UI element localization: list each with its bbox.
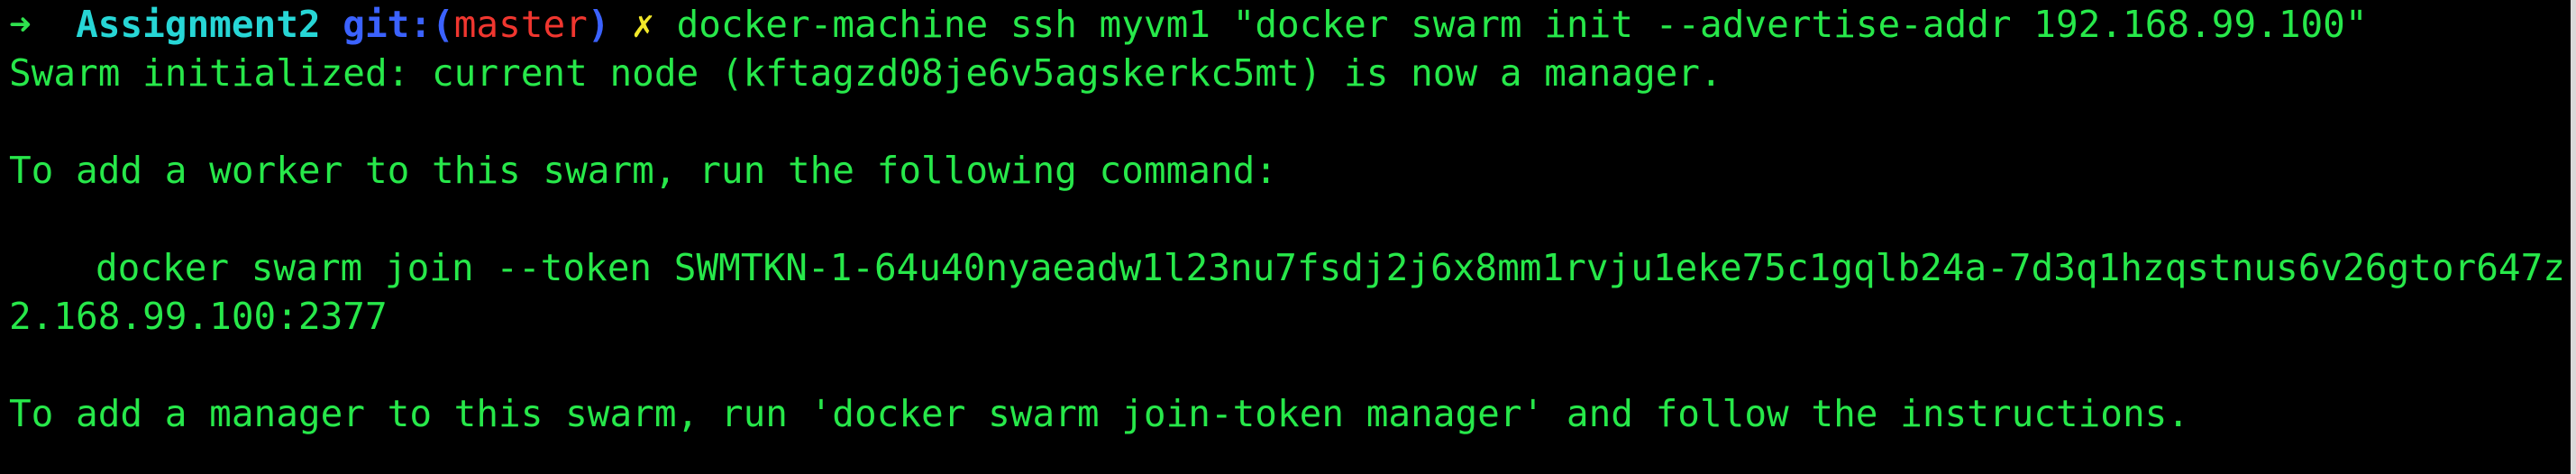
prompt-branch: master [453, 3, 588, 46]
output-join-command: docker swarm join --token SWMTKN-1-64u40… [9, 243, 2576, 292]
prompt-line: ➜ Assignment2 git:(master) ✗ docker-mach… [9, 0, 2368, 49]
prompt-directory: Assignment2 [76, 3, 321, 46]
join-command-text: docker swarm join --token SWMTKN-1-64u40… [96, 246, 2576, 289]
prompt-dirty-icon: ✗ [632, 3, 654, 46]
prompt-arrow-icon: ➜ [9, 3, 32, 46]
terminal-window[interactable]: ➜ Assignment2 git:(master) ✗ docker-mach… [0, 0, 2576, 474]
prompt-command: docker-machine ssh myvm1 "docker swarm i… [676, 3, 2368, 46]
output-manager-instruction: To add a manager to this swarm, run 'doc… [9, 392, 2190, 435]
prompt-git-suffix: ) [587, 3, 610, 46]
prompt-git-prefix: git:( [343, 3, 454, 46]
output-worker-instruction: To add a worker to this swarm, run the f… [9, 149, 1277, 192]
output-join-command-wrap: 2.168.99.100:2377 [9, 295, 388, 338]
output-swarm-initialized: Swarm initialized: current node (kftagzd… [9, 51, 1722, 95]
window-edge [2571, 0, 2576, 474]
